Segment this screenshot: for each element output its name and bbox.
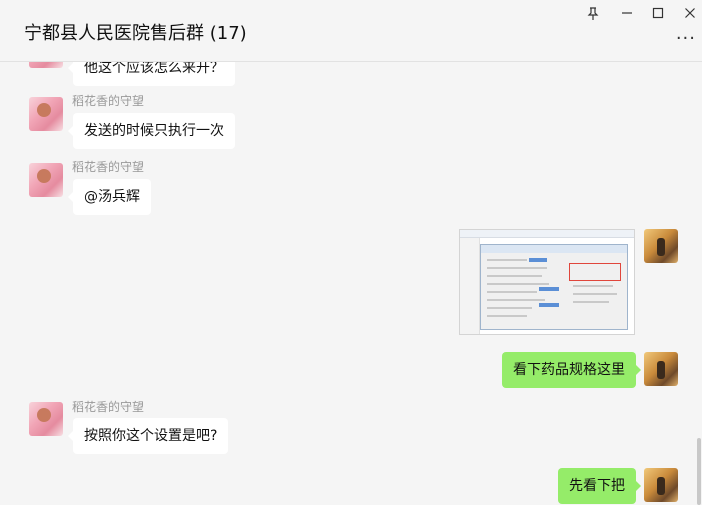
message-bubble[interactable]: 看下药品规格这里: [502, 352, 641, 388]
message-bubble[interactable]: 先看下把: [558, 468, 641, 504]
contact-avatar[interactable]: [29, 163, 63, 197]
message-bubble[interactable]: 他这个应该怎么来开？: [68, 62, 235, 86]
close-icon[interactable]: [680, 4, 700, 22]
message-bubble[interactable]: @汤兵辉: [68, 179, 151, 215]
screenshot-image[interactable]: [459, 229, 635, 335]
more-options-icon[interactable]: ···: [676, 28, 696, 49]
title-bar: 宁都县人民医院售后群 (17) ···: [0, 0, 702, 62]
sender-name: 稻花香的守望: [72, 400, 145, 414]
chat-message-list[interactable]: 他这个应该怎么来开？ 稻花香的守望 发送的时候只执行一次 稻花香的守望 @汤兵辉: [0, 62, 702, 505]
sender-name: 稻花香的守望: [72, 94, 145, 108]
contact-avatar[interactable]: [29, 62, 63, 68]
contact-avatar[interactable]: [29, 97, 63, 131]
my-avatar[interactable]: [644, 468, 678, 502]
my-avatar[interactable]: [644, 352, 678, 386]
my-avatar[interactable]: [644, 229, 678, 263]
pin-icon[interactable]: [583, 4, 603, 22]
scrollbar-thumb[interactable]: [697, 438, 701, 505]
chat-title: 宁都县人民医院售后群 (17): [24, 23, 247, 44]
message-bubble[interactable]: 按照你这个设置是吧?: [67, 418, 229, 454]
maximize-icon[interactable]: [648, 4, 668, 22]
minimize-icon[interactable]: [617, 4, 637, 22]
sender-name: 稻花香的守望: [72, 160, 145, 174]
message-bubble[interactable]: 发送的时候只执行一次: [68, 113, 235, 149]
contact-avatar[interactable]: [29, 402, 63, 436]
